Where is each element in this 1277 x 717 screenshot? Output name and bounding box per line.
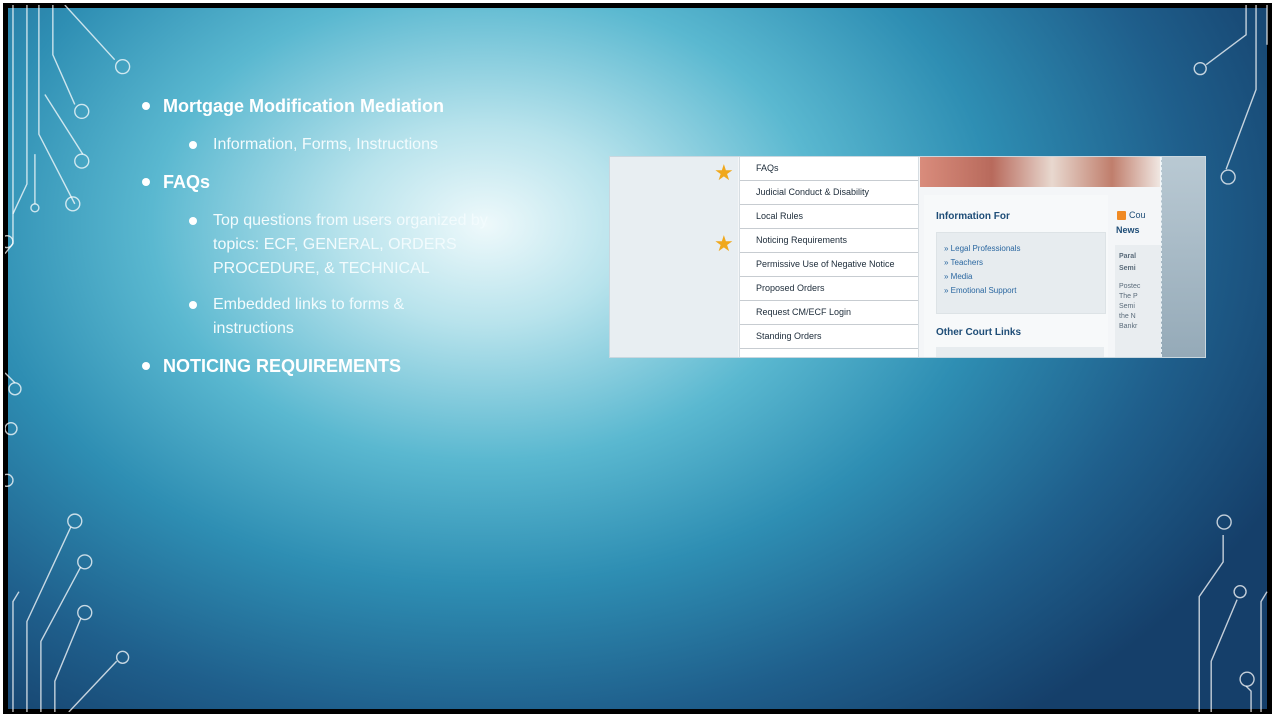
news-label: News — [1116, 225, 1140, 235]
info-title: Information For — [936, 211, 1010, 222]
news-snippet: Semi — [1119, 303, 1135, 310]
court-nav-menu: FAQs Judicial Conduct & Disability Local… — [739, 157, 919, 357]
menu-item-cmecf-login[interactable]: Request CM/ECF Login — [740, 301, 918, 325]
bullet-noticing-requirements: NOTICING REQUIREMENTS — [135, 353, 555, 379]
sub-bullet-label: Embedded links to forms & instructions — [213, 296, 405, 337]
news-snippet: Paral — [1119, 253, 1137, 260]
information-for-panel: Information For » Legal Professionals » … — [924, 195, 1108, 357]
link-media[interactable]: » Media — [944, 272, 972, 281]
news-snippet: Postec — [1119, 283, 1141, 290]
link-emotional-support[interactable]: » Emotional Support — [944, 286, 1017, 295]
rss-icon — [1117, 211, 1126, 220]
news-snippet: The P — [1119, 293, 1138, 300]
bullet-faqs: FAQs — [135, 169, 555, 195]
menu-item-negative-notice[interactable]: Permissive Use of Negative Notice — [740, 253, 918, 277]
menu-item-local-rules[interactable]: Local Rules — [740, 205, 918, 229]
menu-item-standing-orders[interactable]: Standing Orders — [740, 325, 918, 349]
header-photo — [920, 157, 1160, 187]
bullet-list: Mortgage Modification Mediation Informat… — [135, 93, 555, 393]
menu-item-noticing-requirements[interactable]: Noticing Requirements — [740, 229, 918, 253]
link-legal-professionals[interactable]: » Legal Professionals — [944, 244, 1021, 253]
sub-bullet-info-forms: Information, Forms, Instructions — [135, 133, 533, 157]
other-links-box — [936, 347, 1104, 357]
screenshot-right-strip — [1161, 157, 1205, 357]
bullet-label: FAQs — [163, 172, 211, 192]
bullet-dot — [189, 217, 197, 225]
menu-item-proposed-orders[interactable]: Proposed Orders — [740, 277, 918, 301]
news-column: Cou News Paral Semi Postec The P Semi th… — [1115, 195, 1161, 357]
sub-bullet-embedded-links: Embedded links to forms & instructions — [135, 293, 413, 341]
info-links-box: » Legal Professionals » Teachers » Media… — [936, 232, 1106, 314]
sub-bullet-label: Top questions from users organized by to… — [213, 212, 488, 277]
news-snippet: Bankr — [1119, 323, 1138, 330]
bullet-dot — [142, 362, 150, 370]
bullet-dot — [142, 178, 150, 186]
news-snippet: Semi — [1119, 265, 1136, 272]
menu-item-judicial-conduct[interactable]: Judicial Conduct & Disability — [740, 181, 918, 205]
news-label-cut: Cou — [1129, 210, 1146, 220]
bullet-dot — [142, 102, 150, 110]
bullet-mortgage-modification: Mortgage Modification Mediation — [135, 93, 555, 119]
bullet-dot — [189, 301, 197, 309]
sub-bullet-label: Information, Forms, Instructions — [213, 136, 438, 153]
screenshot-left-panel — [610, 157, 738, 357]
link-teachers[interactable]: » Teachers — [944, 258, 983, 267]
bullet-dot — [189, 141, 197, 149]
menu-item-faqs[interactable]: FAQs — [740, 157, 918, 181]
news-snippet: the N — [1119, 313, 1136, 320]
bullet-label: NOTICING REQUIREMENTS — [163, 356, 402, 376]
website-screenshot: FAQs Judicial Conduct & Disability Local… — [609, 156, 1206, 358]
bullet-label: Mortgage Modification Mediation — [163, 96, 444, 116]
sub-bullet-top-questions: Top questions from users organized by to… — [135, 209, 533, 281]
star-icon: ★ — [714, 160, 734, 185]
other-court-links-title: Other Court Links — [936, 327, 1022, 338]
slide: Mortgage Modification Mediation Informat… — [3, 3, 1272, 714]
star-icon: ★ — [714, 231, 734, 256]
news-box: Paral Semi Postec The P Semi the N Bankr — [1115, 245, 1161, 357]
